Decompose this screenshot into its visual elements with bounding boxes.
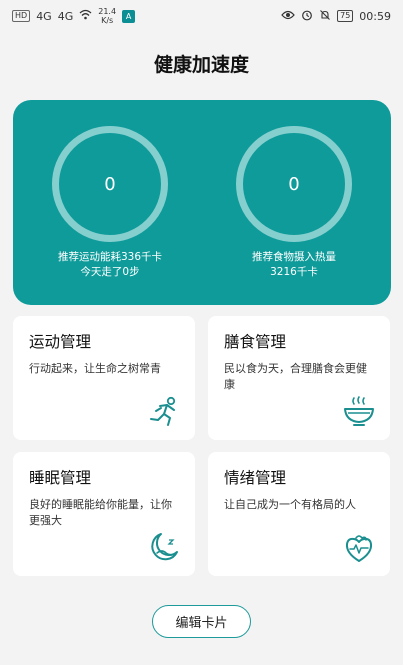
status-bar: HD 4G 4G 21.4 K/s A 75 00:59 [0, 0, 403, 32]
food-value: 0 [288, 173, 300, 195]
network-speed: 21.4 K/s [98, 7, 117, 25]
card-title: 情绪管理 [224, 469, 287, 487]
food-summary: 推荐食物摄入热量 3216千卡 [204, 250, 384, 280]
exercise-value: 0 [104, 173, 116, 195]
summary-panel: 0 0 推荐运动能耗336千卡 今天走了0步 推荐食物摄入热量 3216千卡 [13, 100, 391, 305]
card-description: 让自己成为一个有格局的人 [224, 498, 356, 511]
food-progress-ring[interactable]: 0 [236, 126, 352, 242]
exercise-summary: 推荐运动能耗336千卡 今天走了0步 [20, 250, 200, 280]
card-title: 运动管理 [29, 333, 92, 351]
battery-indicator: 75 [337, 10, 354, 22]
food-calories: 3216千卡 [270, 266, 318, 278]
eye-icon [281, 10, 295, 23]
card-description: 行动起来，让生命之树常青 [29, 362, 161, 375]
edit-cards-button[interactable]: 编辑卡片 [152, 605, 251, 638]
wifi-icon [79, 9, 92, 23]
card-title: 睡眠管理 [29, 469, 92, 487]
card-description: 良好的睡眠能给你能量，让你更强大 [29, 498, 172, 527]
exercise-recommendation: 推荐运动能耗336千卡 [57, 251, 163, 263]
page-title: 健康加速度 [153, 54, 249, 76]
signal-indicator-2: 4G [57, 9, 74, 23]
food-bowl-icon [344, 396, 374, 426]
steps-today: 今天走了0步 [80, 266, 140, 278]
card-title: 膳食管理 [224, 333, 287, 351]
clock: 00:59 [359, 9, 391, 23]
app-notification-icon: A [122, 9, 136, 23]
running-person-icon [150, 396, 176, 426]
card-sleep[interactable]: 睡眠管理 良好的睡眠能给你能量，让你更强大 [13, 452, 195, 576]
card-diet[interactable]: 膳食管理 民以食为天，合理膳食会更健康 [208, 316, 390, 440]
network-type-chip: HD [12, 10, 31, 22]
food-recommendation: 推荐食物摄入热量 [252, 251, 336, 263]
card-exercise[interactable]: 运动管理 行动起来，让生命之树常青 [13, 316, 195, 440]
exercise-progress-ring[interactable]: 0 [52, 126, 168, 242]
alarm-icon [301, 9, 313, 24]
card-description: 民以食为天，合理膳食会更健康 [224, 362, 367, 391]
sleep-moon-icon [151, 533, 178, 561]
signal-indicator-1: 4G [36, 9, 52, 23]
card-mood[interactable]: 情绪管理 让自己成为一个有格局的人 [208, 452, 390, 576]
mute-bell-icon [319, 9, 331, 24]
heart-strawberry-icon [345, 535, 373, 562]
